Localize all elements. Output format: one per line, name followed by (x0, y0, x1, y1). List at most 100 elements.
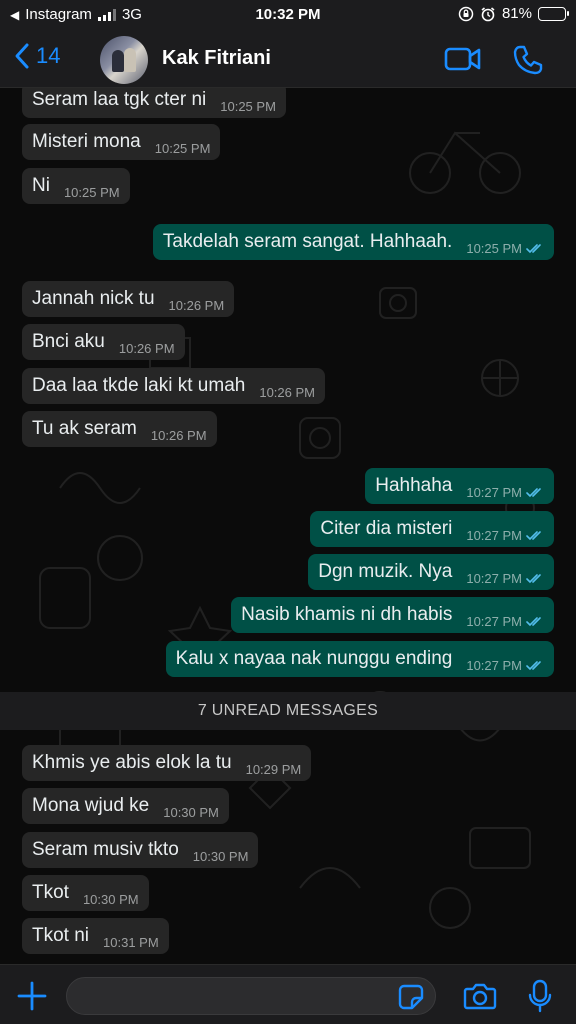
message-time: 10:27 PM (466, 484, 522, 500)
message-text: Kalu x nayaa nak nunggu ending (175, 648, 453, 669)
message-text: Bnci aku (32, 331, 105, 352)
message-time: 10:30 PM (163, 804, 219, 820)
message-meta: 10:27 PM (466, 614, 544, 629)
message-list[interactable]: Seram laa tgk cter ni 10:25 PM Misteri mon… (0, 88, 576, 964)
message-text: Ni (32, 175, 50, 196)
message-meta: 10:27 PM (466, 571, 544, 586)
incoming-message[interactable]: Tkot 10:30 PM (22, 875, 149, 911)
message-meta: 10:29 PM (246, 762, 302, 777)
message-text: Seram musiv tkto (32, 839, 179, 860)
message-time: 10:30 PM (82, 891, 139, 907)
message-time: 10:26 PM (168, 297, 225, 313)
message-time: 10:25 PM (63, 184, 120, 200)
incoming-message[interactable]: Khmis ye abis elok la tu 10:29 PM (22, 745, 312, 781)
message-meta: 10:25 PM (64, 185, 120, 200)
message-text: Jannah nick tu (32, 288, 155, 309)
message-input[interactable] (66, 977, 436, 1015)
message-time: 10:29 PM (245, 761, 302, 777)
message-text: Tkot ni (32, 925, 90, 946)
incoming-message[interactable]: Daa laa tkde laki kt umah 10:26 PM (22, 368, 325, 404)
message-meta: 10:26 PM (259, 385, 315, 400)
message-text: Daa laa tkde laki kt umah (32, 375, 246, 396)
outgoing-message[interactable]: Takdelah seram sangat. Hahhaah. 10:25 PM (152, 224, 554, 260)
status-right: 81% (458, 5, 569, 22)
outgoing-message[interactable]: Dgn muzik. Nya 10:27 PM (308, 554, 554, 590)
back-button[interactable]: 14 (14, 42, 60, 70)
incoming-message[interactable]: Ni 10:25 PM (22, 168, 130, 204)
incoming-message[interactable]: Bnci aku 10:26 PM (22, 324, 185, 360)
composer-bar (0, 964, 576, 1024)
message-meta: 10:26 PM (151, 428, 207, 443)
incoming-message[interactable]: Tkot ni 10:31 PM (22, 918, 169, 954)
message-text: Tu ak seram (32, 418, 137, 439)
incoming-message[interactable]: Tu ak seram 10:26 PM (22, 411, 217, 447)
camera-icon[interactable] (463, 982, 497, 1010)
message-text: Khmis ye abis elok la tu (32, 752, 232, 773)
outgoing-message[interactable]: Kalu x nayaa nak nunggu ending 10:27 PM (165, 641, 554, 677)
message-text: Dgn muzik. Nya (318, 561, 453, 582)
message-meta: 10:26 PM (119, 341, 175, 356)
message-text: Hahhaha (375, 475, 453, 496)
incoming-message[interactable]: Seram laa tgk cter ni 10:25 PM (22, 88, 286, 118)
battery-icon (538, 6, 569, 21)
read-receipt-icon (526, 530, 541, 540)
phone-icon[interactable] (512, 44, 544, 76)
message-text: Tkot (32, 882, 69, 903)
incoming-message[interactable]: Misteri mona 10:25 PM (22, 124, 221, 160)
outgoing-message[interactable]: Hahhaha 10:27 PM (365, 468, 554, 504)
video-camera-icon[interactable] (444, 44, 482, 74)
chat-area[interactable]: Seram laa tgk cter ni 10:25 PM Misteri mon… (0, 88, 576, 964)
microphone-icon[interactable] (528, 979, 552, 1013)
message-meta: 10:30 PM (193, 849, 249, 864)
read-receipt-icon (526, 616, 541, 626)
message-text: Takdelah seram sangat. Hahhaah. (162, 231, 453, 252)
message-text: Seram laa tgk cter ni (32, 89, 207, 110)
message-meta: 10:31 PM (103, 935, 159, 950)
message-time: 10:27 PM (466, 613, 522, 629)
chat-header: 14 Kak Fitriani (0, 32, 576, 88)
message-time: 10:27 PM (466, 527, 522, 543)
message-meta: 10:25 PM (220, 99, 276, 114)
incoming-message[interactable]: Jannah nick tu 10:26 PM (22, 281, 235, 317)
outgoing-message[interactable]: Nasib khamis ni dh habis 10:27 PM (231, 597, 554, 633)
outgoing-message[interactable]: Citer dia misteri 10:27 PM (310, 511, 554, 547)
read-receipt-icon (526, 573, 541, 583)
message-text: Mona wjud ke (32, 795, 150, 816)
alarm-icon (481, 6, 495, 21)
read-receipt-icon (526, 487, 541, 497)
unread-chats-count[interactable]: 14 (36, 43, 60, 69)
message-text: Misteri mona (32, 131, 141, 152)
message-text: Citer dia misteri (320, 518, 453, 539)
message-time: 10:26 PM (259, 384, 315, 400)
message-meta: 10:27 PM (466, 658, 544, 673)
read-receipt-icon (526, 243, 541, 253)
status-bar: ◀ Instagram 3G 10:32 PM 81% (0, 0, 576, 32)
orientation-lock-icon (458, 6, 474, 21)
message-meta: 10:30 PM (83, 892, 139, 907)
avatar[interactable] (100, 36, 148, 84)
message-time: 10:26 PM (118, 340, 175, 356)
sticker-icon[interactable] (398, 984, 424, 1010)
message-meta: 10:25 PM (466, 241, 544, 256)
incoming-message[interactable]: Seram musiv tkto 10:30 PM (22, 832, 259, 868)
unread-messages-divider: 7 UNREAD MESSAGES (0, 692, 576, 730)
message-time: 10:25 PM (154, 140, 211, 156)
message-time: 10:25 PM (220, 98, 276, 114)
plus-icon[interactable] (16, 980, 48, 1012)
message-time: 10:27 PM (466, 657, 522, 673)
message-time: 10:30 PM (192, 848, 249, 864)
battery-percent: 81% (501, 5, 532, 22)
incoming-message[interactable]: Mona wjud ke 10:30 PM (22, 788, 229, 824)
message-time: 10:25 PM (466, 240, 522, 256)
message-time: 10:31 PM (103, 934, 159, 950)
read-receipt-icon (526, 660, 541, 670)
message-meta: 10:27 PM (466, 485, 544, 500)
message-meta: 10:26 PM (169, 298, 225, 313)
message-time: 10:26 PM (150, 427, 207, 443)
message-meta: 10:30 PM (163, 805, 219, 820)
contact-name[interactable]: Kak Fitriani (162, 47, 271, 70)
chevron-left-icon[interactable] (14, 42, 30, 70)
message-meta: 10:25 PM (155, 141, 211, 156)
message-time: 10:27 PM (466, 570, 522, 586)
message-meta: 10:27 PM (466, 528, 544, 543)
